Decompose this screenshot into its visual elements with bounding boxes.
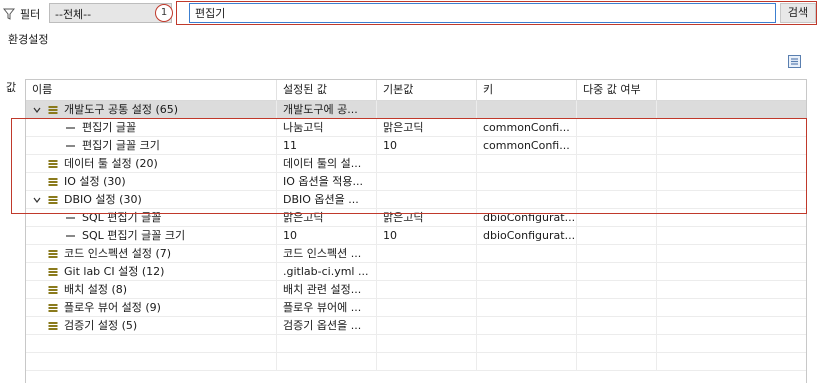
leaf-icon <box>66 235 75 237</box>
table-header: 이름 설정된 값 기본값 키 다중 값 여부 <box>26 80 806 101</box>
value-side-label: 값 <box>6 81 17 94</box>
category-icon <box>48 268 58 276</box>
column-header-default[interactable]: 기본값 <box>377 80 477 101</box>
cell-name: SQL 편집기 글꼴 크기 <box>26 227 277 245</box>
cell-name: 검증기 설정 (5) <box>26 317 277 335</box>
annotation-box-results <box>11 118 807 214</box>
cell-multi-value <box>577 299 657 317</box>
cell-value: 플로우 뷰어에 ... <box>277 299 377 317</box>
cell-key <box>477 263 577 281</box>
group-name: 검증기 설정 (5) <box>64 319 138 332</box>
cell-key <box>477 299 577 317</box>
table-row[interactable]: 배치 설정 (8) 배치 관련 설정... <box>26 281 806 299</box>
cell-key <box>477 335 577 353</box>
cell-multi-value <box>577 335 657 353</box>
cell-key <box>477 353 577 371</box>
cell-name: 개발도구 공통 설정 (65) <box>26 101 277 119</box>
setting-name: SQL 편집기 글꼴 크기 <box>82 229 186 242</box>
cell-multi-value <box>577 245 657 263</box>
collapse-all-icon[interactable] <box>788 55 801 68</box>
filter-bar: 필터 --전체-- 1 검색 <box>0 0 819 26</box>
column-header-value[interactable]: 설정된 값 <box>277 80 377 101</box>
cell-name: 플로우 뷰어 설정 (9) <box>26 299 277 317</box>
cell-name <box>26 353 277 371</box>
cell-value <box>277 335 377 353</box>
chevron-down-icon[interactable] <box>33 106 41 114</box>
cell-multi-value <box>577 317 657 335</box>
cell-multi-value <box>577 263 657 281</box>
cell-name: 코드 인스펙션 설정 (7) <box>26 245 277 263</box>
table-row-empty <box>26 353 806 371</box>
cell-default <box>377 245 477 263</box>
cell-multi-value <box>577 353 657 371</box>
filter-label: 필터 <box>20 8 41 21</box>
cell-value: 개발도구에 공... <box>277 101 377 119</box>
column-header-name[interactable]: 이름 <box>26 80 277 101</box>
group-name: Git lab CI 설정 (12) <box>64 265 165 278</box>
cell-value: .gitlab-ci.yml ... <box>277 263 377 281</box>
column-header-key[interactable]: 키 <box>477 80 577 101</box>
cell-default <box>377 263 477 281</box>
cell-value: 10 <box>277 227 377 245</box>
section-title: 환경설정 <box>8 33 49 46</box>
annotation-marker: 1 <box>155 4 173 22</box>
leaf-icon <box>66 217 75 219</box>
cell-default <box>377 317 477 335</box>
cell-name: Git lab CI 설정 (12) <box>26 263 277 281</box>
category-icon <box>48 106 58 114</box>
cell-value: 검증기 옵션을 ... <box>277 317 377 335</box>
cell-default <box>377 353 477 371</box>
column-header-multi-value[interactable]: 다중 값 여부 <box>577 80 657 101</box>
table-row[interactable]: SQL 편집기 글꼴 크기 10 10 dbioConfigurat... <box>26 227 806 245</box>
cell-default <box>377 335 477 353</box>
table-row-empty <box>26 335 806 353</box>
table-row[interactable]: Git lab CI 설정 (12) .gitlab-ci.yml ... <box>26 263 806 281</box>
group-name: 배치 설정 (8) <box>64 283 128 296</box>
category-icon <box>48 322 58 330</box>
cell-default <box>377 299 477 317</box>
cell-default: 10 <box>377 227 477 245</box>
table-row[interactable]: 개발도구 공통 설정 (65) 개발도구에 공... <box>26 101 806 119</box>
category-icon <box>48 304 58 312</box>
cell-key <box>477 101 577 119</box>
cell-name <box>26 335 277 353</box>
table-row[interactable]: 플로우 뷰어 설정 (9) 플로우 뷰어에 ... <box>26 299 806 317</box>
cell-multi-value <box>577 227 657 245</box>
cell-default <box>377 101 477 119</box>
filter-icon <box>3 8 15 20</box>
cell-key: dbioConfigurat... <box>477 227 577 245</box>
cell-name: 배치 설정 (8) <box>26 281 277 299</box>
cell-value: 코드 인스펙션 ... <box>277 245 377 263</box>
search-input[interactable] <box>189 3 776 23</box>
group-name: 코드 인스펙션 설정 (7) <box>64 247 172 260</box>
filter-category-select[interactable]: --전체-- <box>49 3 172 23</box>
cell-multi-value <box>577 101 657 119</box>
cell-value <box>277 353 377 371</box>
category-icon <box>48 250 58 258</box>
search-button[interactable]: 검색 <box>780 3 816 23</box>
cell-value: 배치 관련 설정... <box>277 281 377 299</box>
cell-key <box>477 317 577 335</box>
category-icon <box>48 286 58 294</box>
cell-key <box>477 245 577 263</box>
cell-default <box>377 281 477 299</box>
cell-multi-value <box>577 281 657 299</box>
group-name: 플로우 뷰어 설정 (9) <box>64 301 161 314</box>
group-name: 개발도구 공통 설정 (65) <box>64 103 179 116</box>
table-row[interactable]: 검증기 설정 (5) 검증기 옵션을 ... <box>26 317 806 335</box>
cell-key <box>477 281 577 299</box>
table-row[interactable]: 코드 인스펙션 설정 (7) 코드 인스펙션 ... <box>26 245 806 263</box>
